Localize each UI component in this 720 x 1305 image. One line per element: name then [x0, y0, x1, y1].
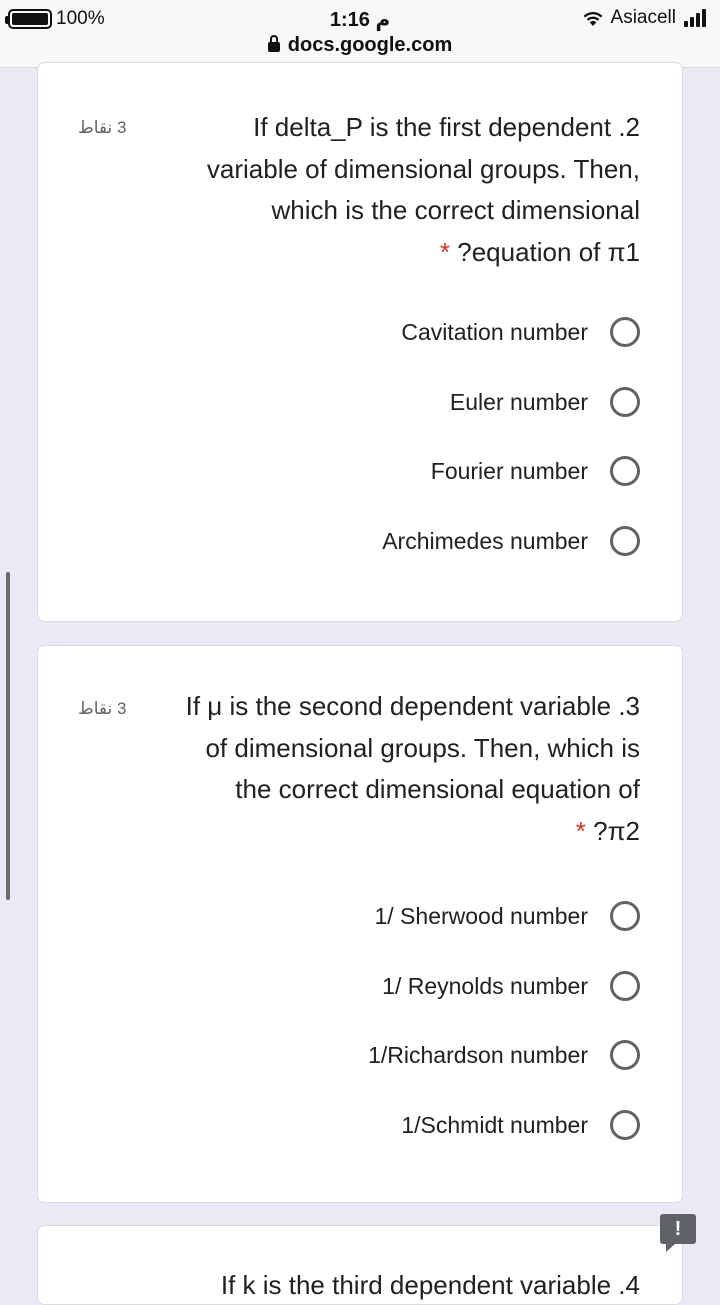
option-euler-number[interactable]: Euler number: [450, 387, 640, 417]
scrollbar[interactable]: [6, 572, 10, 900]
option-label: 1/ Reynolds number: [382, 972, 588, 999]
status-bar: 100% 1:16 م docs.google.com Asiacell: [0, 0, 720, 68]
radio-button[interactable]: [610, 387, 640, 417]
wifi-icon: [583, 11, 602, 26]
question-card: 3 نقاط If μ is the second dependent vari…: [37, 645, 683, 1203]
lock-icon: [267, 35, 280, 52]
option-label: 1/Schmidt number: [401, 1111, 588, 1138]
radio-button[interactable]: [610, 971, 640, 1001]
question-line: of dimensional groups. Then, which is: [205, 732, 640, 763]
question-card: 3 نقاط If delta_P is the first dependent…: [37, 62, 683, 622]
option-archimedes-number[interactable]: Archimedes number: [382, 526, 640, 556]
question-title: If delta_P is the first dependent .2 var…: [207, 107, 640, 273]
option-label: Archimedes number: [382, 527, 588, 554]
question-line: If μ is the second dependent variable .3: [185, 691, 640, 721]
option-fourier-number[interactable]: Fourier number: [431, 456, 640, 486]
option-cavitation-number[interactable]: Cavitation number: [401, 317, 640, 347]
points-label: 3 نقاط: [78, 118, 127, 137]
option-richardson-number[interactable]: 1/Richardson number: [368, 1040, 640, 1070]
question-line: If delta_P is the first dependent .2: [253, 112, 640, 142]
option-label: Fourier number: [430, 457, 588, 484]
question-line: which is the correct dimensional: [271, 195, 641, 225]
required-asterisk: *: [575, 815, 586, 846]
carrier-name: Asiacell: [610, 7, 676, 28]
option-label: 1/Richardson number: [368, 1041, 588, 1068]
question-title: If μ is the second dependent variable .3…: [186, 686, 640, 852]
option-label: Euler number: [449, 388, 588, 415]
option-schmidt-number[interactable]: 1/Schmidt number: [401, 1110, 640, 1140]
report-problem-icon[interactable]: !: [660, 1214, 696, 1252]
address-bar[interactable]: docs.google.com: [0, 34, 720, 57]
option-label: 1/ Sherwood number: [374, 902, 588, 929]
radio-button[interactable]: [610, 526, 640, 556]
option-sherwood-number[interactable]: 1/ Sherwood number: [374, 901, 640, 931]
question-title: If k is the third dependent variable .4: [220, 1270, 640, 1300]
points-label: 3 نقاط: [78, 699, 127, 718]
radio-button[interactable]: [610, 317, 640, 347]
option-reynolds-number[interactable]: 1/ Reynolds number: [382, 971, 640, 1001]
carrier-info: Asiacell: [581, 7, 708, 29]
option-label: Cavitation number: [401, 318, 588, 345]
url-text: docs.google.com: [287, 34, 453, 56]
signal-icon: [684, 9, 708, 27]
question-line: the correct dimensional equation of: [235, 774, 640, 804]
radio-button[interactable]: [610, 456, 640, 486]
question-line-last: * ?equation of π1: [439, 236, 640, 267]
question-card: If k is the third dependent variable .4: [37, 1225, 683, 1305]
question-line: variable of dimensional groups. Then,: [206, 153, 640, 184]
radio-button[interactable]: [610, 1110, 640, 1140]
radio-button[interactable]: [610, 1040, 640, 1070]
required-asterisk: *: [439, 236, 451, 267]
question-line-last: * ?π2: [575, 815, 640, 846]
radio-button[interactable]: [610, 901, 640, 931]
